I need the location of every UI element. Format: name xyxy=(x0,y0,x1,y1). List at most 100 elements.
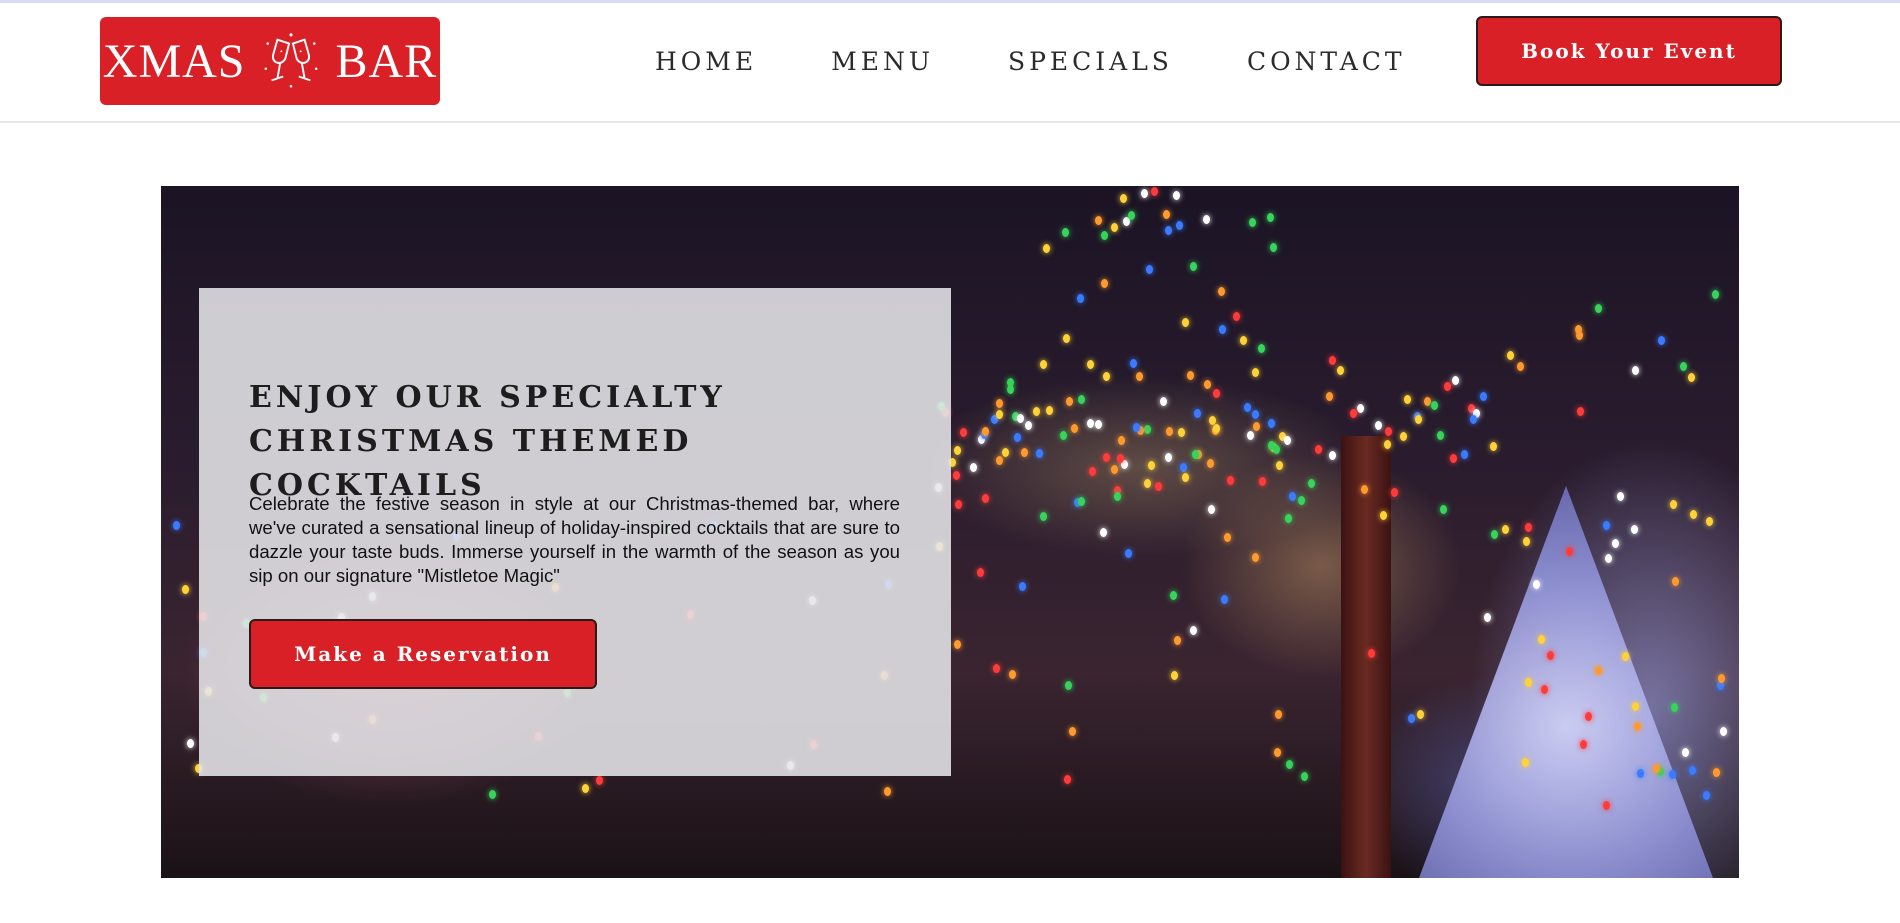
string-light xyxy=(1384,427,1392,437)
string-light xyxy=(1118,436,1126,446)
string-light xyxy=(595,776,603,786)
string-light xyxy=(1114,491,1122,501)
string-light xyxy=(1066,396,1074,406)
string-light xyxy=(1286,760,1294,770)
book-event-button[interactable]: Book Your Event xyxy=(1476,16,1782,86)
string-light xyxy=(1403,395,1411,405)
string-light xyxy=(1489,442,1497,452)
string-light xyxy=(1173,636,1181,646)
string-light xyxy=(884,786,892,796)
string-light xyxy=(1018,581,1026,591)
string-light xyxy=(1267,212,1275,222)
string-light xyxy=(1111,464,1119,474)
main-nav: HOME MENU SPECIALS CONTACT xyxy=(655,47,1406,76)
string-light xyxy=(1380,510,1388,520)
string-light xyxy=(1357,404,1365,413)
champagne-glasses-icon xyxy=(264,33,317,88)
string-light xyxy=(1140,188,1148,198)
string-light xyxy=(1680,361,1688,371)
string-light xyxy=(1705,517,1713,527)
string-light xyxy=(952,470,960,480)
string-light xyxy=(1213,423,1221,433)
string-light xyxy=(1616,491,1624,501)
string-light xyxy=(1682,748,1690,758)
nav-item-contact[interactable]: CONTACT xyxy=(1247,47,1406,76)
string-light xyxy=(1399,432,1407,442)
hero-background-tree xyxy=(1416,486,1716,878)
string-light xyxy=(1089,467,1097,477)
string-light xyxy=(1147,460,1155,470)
string-light xyxy=(1178,427,1186,437)
string-light xyxy=(1267,418,1275,428)
hero-card: ENJOY OUR SPECIALTY CHRISTMAS THEMED COC… xyxy=(199,288,951,776)
string-light xyxy=(1169,591,1177,601)
string-light xyxy=(1100,279,1108,289)
string-light xyxy=(1181,472,1189,482)
string-light xyxy=(186,738,194,748)
hero-description: Celebrate the festive season in style at… xyxy=(249,493,900,586)
string-light xyxy=(1611,539,1619,549)
string-light xyxy=(1252,368,1260,378)
string-light xyxy=(1111,223,1119,233)
string-light xyxy=(1008,669,1016,679)
string-light xyxy=(1328,356,1336,366)
string-light xyxy=(1289,492,1297,502)
string-light xyxy=(1657,335,1665,345)
string-light xyxy=(1717,674,1725,684)
string-light xyxy=(1094,216,1102,226)
nav-item-specials[interactable]: SPECIALS xyxy=(1008,47,1173,76)
string-light xyxy=(1155,481,1163,491)
string-light xyxy=(1162,209,1170,219)
string-light xyxy=(1042,244,1050,254)
string-light xyxy=(182,584,190,594)
string-light xyxy=(1128,211,1136,221)
string-light xyxy=(1063,334,1071,344)
string-light xyxy=(1077,496,1085,506)
string-light xyxy=(1252,422,1260,432)
string-light xyxy=(1016,414,1024,424)
string-light xyxy=(1594,666,1602,676)
string-light xyxy=(1594,304,1602,314)
string-light xyxy=(1719,727,1727,737)
nav-item-home[interactable]: HOME xyxy=(655,47,757,76)
string-light xyxy=(1171,671,1179,681)
string-light xyxy=(1102,371,1110,381)
string-light xyxy=(1061,228,1069,238)
string-light xyxy=(1181,318,1189,328)
string-light xyxy=(1300,772,1308,782)
site-logo[interactable]: XMAS BAR xyxy=(100,17,440,105)
string-light xyxy=(1099,528,1107,538)
string-light xyxy=(1117,453,1125,463)
string-light xyxy=(1579,739,1587,749)
string-light xyxy=(1125,549,1133,559)
string-light xyxy=(1631,525,1639,535)
string-light xyxy=(1436,431,1444,441)
string-light xyxy=(1565,546,1573,556)
string-light xyxy=(173,521,181,531)
string-light xyxy=(1076,294,1084,304)
string-light xyxy=(1059,430,1067,440)
string-light xyxy=(1391,488,1399,497)
string-light xyxy=(1258,477,1266,487)
string-light xyxy=(1203,214,1211,224)
string-light xyxy=(1146,265,1154,275)
string-light xyxy=(1622,651,1630,661)
hero-title: ENJOY OUR SPECIALTY CHRISTMAS THEMED COC… xyxy=(249,380,726,503)
string-light xyxy=(1507,350,1515,360)
make-reservation-button[interactable]: Make a Reservation xyxy=(249,619,597,689)
nav-item-menu[interactable]: MENU xyxy=(831,47,934,76)
string-light xyxy=(1221,594,1229,604)
string-light xyxy=(1383,440,1391,450)
string-light xyxy=(1523,536,1531,546)
string-light xyxy=(1274,748,1282,758)
string-light xyxy=(953,640,961,650)
string-light xyxy=(1461,450,1469,460)
string-light xyxy=(1671,703,1679,713)
string-light xyxy=(1417,709,1425,719)
string-light xyxy=(1204,380,1212,390)
string-light xyxy=(995,456,1003,466)
string-light xyxy=(1206,459,1214,469)
string-light xyxy=(1407,714,1415,724)
string-light xyxy=(1688,766,1696,776)
string-light xyxy=(1164,453,1172,463)
